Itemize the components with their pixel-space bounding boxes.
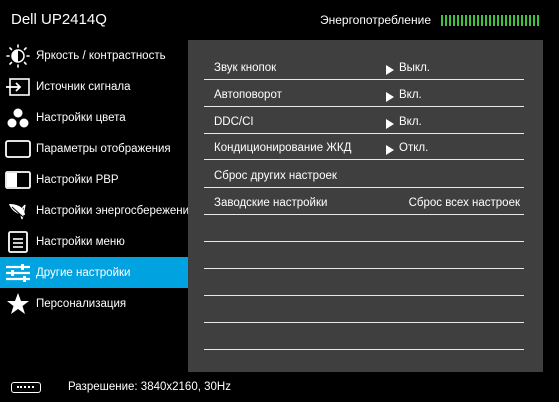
energy-tick bbox=[489, 15, 491, 26]
energy-tick bbox=[497, 15, 499, 26]
energy-tick bbox=[521, 15, 523, 26]
display-icon bbox=[0, 133, 36, 164]
menu-item-label: Настройки энергосбережения bbox=[36, 204, 196, 217]
menu-item-label: Другие настройки bbox=[36, 266, 131, 279]
setting-value: Откл. bbox=[399, 142, 429, 154]
energy-tick bbox=[501, 15, 503, 26]
energy-tick bbox=[473, 15, 475, 26]
divider bbox=[204, 241, 524, 242]
resolution-text: Разрешение: 3840x2160, 30Hz bbox=[68, 381, 231, 393]
energy-tick bbox=[493, 15, 495, 26]
energy-tick bbox=[509, 15, 511, 26]
setting-row-button-sound[interactable]: Звук кнопок Выкл. bbox=[204, 58, 524, 80]
energy-tick bbox=[533, 15, 535, 26]
energy-leaf-icon bbox=[0, 195, 36, 226]
energy-tick bbox=[525, 15, 527, 26]
energy-tick bbox=[517, 15, 519, 26]
menu-item-label: Персонализация bbox=[36, 297, 127, 310]
arrow-right-icon bbox=[386, 145, 394, 155]
menu-item-label: Параметры отображения bbox=[36, 142, 171, 155]
menu-item-label: Настройки PBP bbox=[36, 173, 119, 186]
setting-value: Вкл. bbox=[399, 89, 422, 101]
setting-row-reset-other[interactable]: Сброс других настроек bbox=[204, 166, 524, 188]
setting-row-auto-rotate[interactable]: Автоповорот Вкл. bbox=[204, 85, 524, 107]
menu-item-personalize[interactable]: Персонализация bbox=[0, 288, 188, 319]
setting-label: Звук кнопок bbox=[214, 62, 277, 74]
menu-settings-icon bbox=[0, 226, 36, 257]
monitor-model: Dell UP2414Q bbox=[11, 11, 107, 28]
energy-tick bbox=[477, 15, 479, 26]
energy-meter bbox=[441, 15, 541, 26]
main-menu: Яркость / контрастность Источник сигнала bbox=[0, 40, 195, 372]
divider bbox=[204, 349, 524, 350]
star-icon bbox=[0, 288, 36, 319]
connector-icon bbox=[11, 382, 41, 393]
setting-row-factory-reset[interactable]: Заводские настройки Сброс всех настроек bbox=[204, 193, 524, 215]
energy-tick bbox=[453, 15, 455, 26]
menu-item-label: Яркость / контрастность bbox=[36, 49, 166, 62]
energy-tick bbox=[461, 15, 463, 26]
energy-tick bbox=[485, 15, 487, 26]
setting-value: Сброс всех настроек bbox=[408, 197, 520, 209]
energy-tick bbox=[449, 15, 451, 26]
setting-row-ddc-ci[interactable]: DDC/CI Вкл. bbox=[204, 112, 524, 134]
menu-item-other-settings[interactable]: Другие настройки bbox=[0, 257, 188, 288]
energy-tick bbox=[481, 15, 483, 26]
energy-tick bbox=[465, 15, 467, 26]
arrow-right-icon bbox=[386, 119, 394, 129]
setting-row-lcd-conditioning[interactable]: Кондиционирование ЖКД Откл. bbox=[204, 138, 524, 160]
other-settings-icon bbox=[0, 257, 36, 288]
menu-item-display-settings[interactable]: Параметры отображения bbox=[0, 133, 188, 164]
setting-label: DDC/CI bbox=[214, 116, 254, 128]
color-settings-icon bbox=[0, 102, 36, 133]
menu-item-brightness-contrast[interactable]: Яркость / контрастность bbox=[0, 40, 188, 71]
pbp-icon bbox=[0, 164, 36, 195]
energy-tick bbox=[457, 15, 459, 26]
osd-header: Dell UP2414Q Энергопотребление bbox=[0, 0, 559, 40]
menu-item-energy-settings[interactable]: Настройки энергосбережения bbox=[0, 195, 195, 226]
menu-item-menu-settings[interactable]: Настройки меню bbox=[0, 226, 188, 257]
input-source-icon bbox=[0, 71, 36, 102]
setting-label: Кондиционирование ЖКД bbox=[214, 142, 352, 154]
divider bbox=[204, 322, 524, 323]
brightness-icon bbox=[0, 40, 36, 71]
menu-item-label: Настройки меню bbox=[36, 235, 125, 248]
arrow-right-icon bbox=[386, 92, 394, 102]
energy-tick bbox=[441, 15, 443, 26]
menu-item-label: Источник сигнала bbox=[36, 80, 131, 93]
menu-item-label: Настройки цвета bbox=[36, 111, 126, 124]
settings-panel: Звук кнопок Выкл. Автоповорот Вкл. DDC/C… bbox=[188, 40, 543, 372]
energy-tick bbox=[537, 15, 539, 26]
arrow-right-icon bbox=[386, 65, 394, 75]
energy-tick bbox=[445, 15, 447, 26]
setting-label: Автоповорот bbox=[214, 89, 282, 101]
energy-tick bbox=[505, 15, 507, 26]
energy-tick bbox=[469, 15, 471, 26]
setting-label: Заводские настройки bbox=[214, 197, 328, 209]
setting-label: Сброс других настроек bbox=[214, 170, 337, 182]
divider bbox=[204, 295, 524, 296]
setting-value: Вкл. bbox=[399, 116, 422, 128]
menu-item-input-source[interactable]: Источник сигнала bbox=[0, 71, 188, 102]
menu-item-pbp-settings[interactable]: Настройки PBP bbox=[0, 164, 188, 195]
setting-value: Выкл. bbox=[399, 62, 431, 74]
divider bbox=[204, 268, 524, 269]
energy-label: Энергопотребление bbox=[319, 13, 431, 27]
osd-footer: Разрешение: 3840x2160, 30Hz bbox=[0, 372, 559, 402]
menu-item-color-settings[interactable]: Настройки цвета bbox=[0, 102, 188, 133]
monitor-osd: Dell UP2414Q Энергопотребление Яркость /… bbox=[0, 0, 559, 402]
energy-tick bbox=[513, 15, 515, 26]
energy-tick bbox=[529, 15, 531, 26]
